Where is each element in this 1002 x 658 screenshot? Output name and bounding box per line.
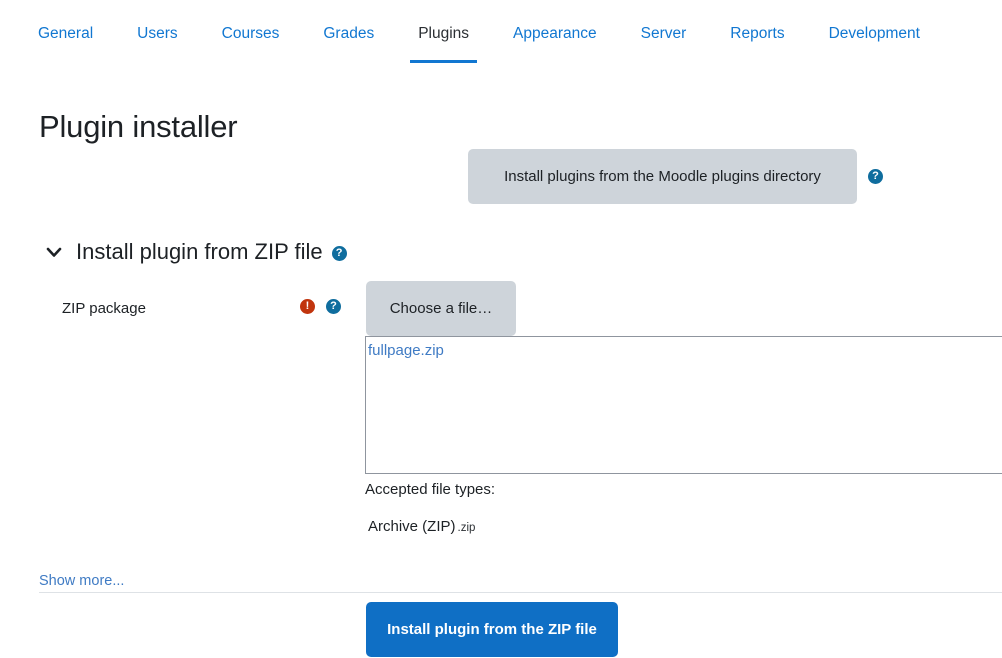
accepted-file-type-name: Archive (ZIP) — [368, 518, 456, 535]
accepted-file-types-label: Accepted file types: — [365, 481, 496, 498]
admin-nav-tabs: General Users Courses Grades Plugins App… — [0, 0, 1002, 65]
file-manager-dropzone[interactable]: fullpage.zip — [365, 336, 1002, 474]
help-icon[interactable]: ? — [868, 169, 883, 184]
help-icon[interactable]: ? — [326, 299, 341, 314]
zip-section-title: Install plugin from ZIP file — [76, 239, 323, 264]
zip-package-label: ZIP package — [62, 300, 146, 317]
help-icon[interactable]: ? — [331, 246, 347, 261]
zip-section-toggle[interactable]: Install plugin from ZIP file ? — [44, 238, 347, 266]
install-plugin-from-zip-button[interactable]: Install plugin from the ZIP file — [366, 602, 618, 657]
install-from-directory-button[interactable]: Install plugins from the Moodle plugins … — [468, 149, 857, 204]
required-icon: ! — [300, 299, 315, 314]
form-divider — [39, 592, 1002, 593]
tab-courses[interactable]: Courses — [222, 24, 280, 63]
tab-appearance[interactable]: Appearance — [513, 24, 597, 63]
tab-plugins[interactable]: Plugins — [410, 24, 477, 63]
install-from-directory-row: Install plugins from the Moodle plugins … — [468, 149, 883, 204]
uploaded-file-name[interactable]: fullpage.zip — [368, 341, 444, 361]
tab-reports[interactable]: Reports — [730, 24, 784, 63]
tab-development[interactable]: Development — [829, 24, 920, 63]
show-more-link[interactable]: Show more... — [39, 572, 124, 590]
tab-server[interactable]: Server — [641, 24, 687, 63]
choose-a-file-button[interactable]: Choose a file… — [366, 281, 516, 336]
accepted-file-type-extension: .zip — [457, 522, 476, 534]
tab-users[interactable]: Users — [137, 24, 177, 63]
tab-grades[interactable]: Grades — [323, 24, 374, 63]
accepted-file-type-item: Archive (ZIP) .zip — [368, 517, 475, 538]
chevron-down-icon — [46, 247, 62, 257]
tab-general[interactable]: General — [38, 24, 93, 63]
zip-package-indicators: ! ? — [300, 299, 341, 314]
page-title: Plugin installer — [39, 108, 238, 144]
nav-tab-list: General Users Courses Grades Plugins App… — [38, 24, 920, 63]
